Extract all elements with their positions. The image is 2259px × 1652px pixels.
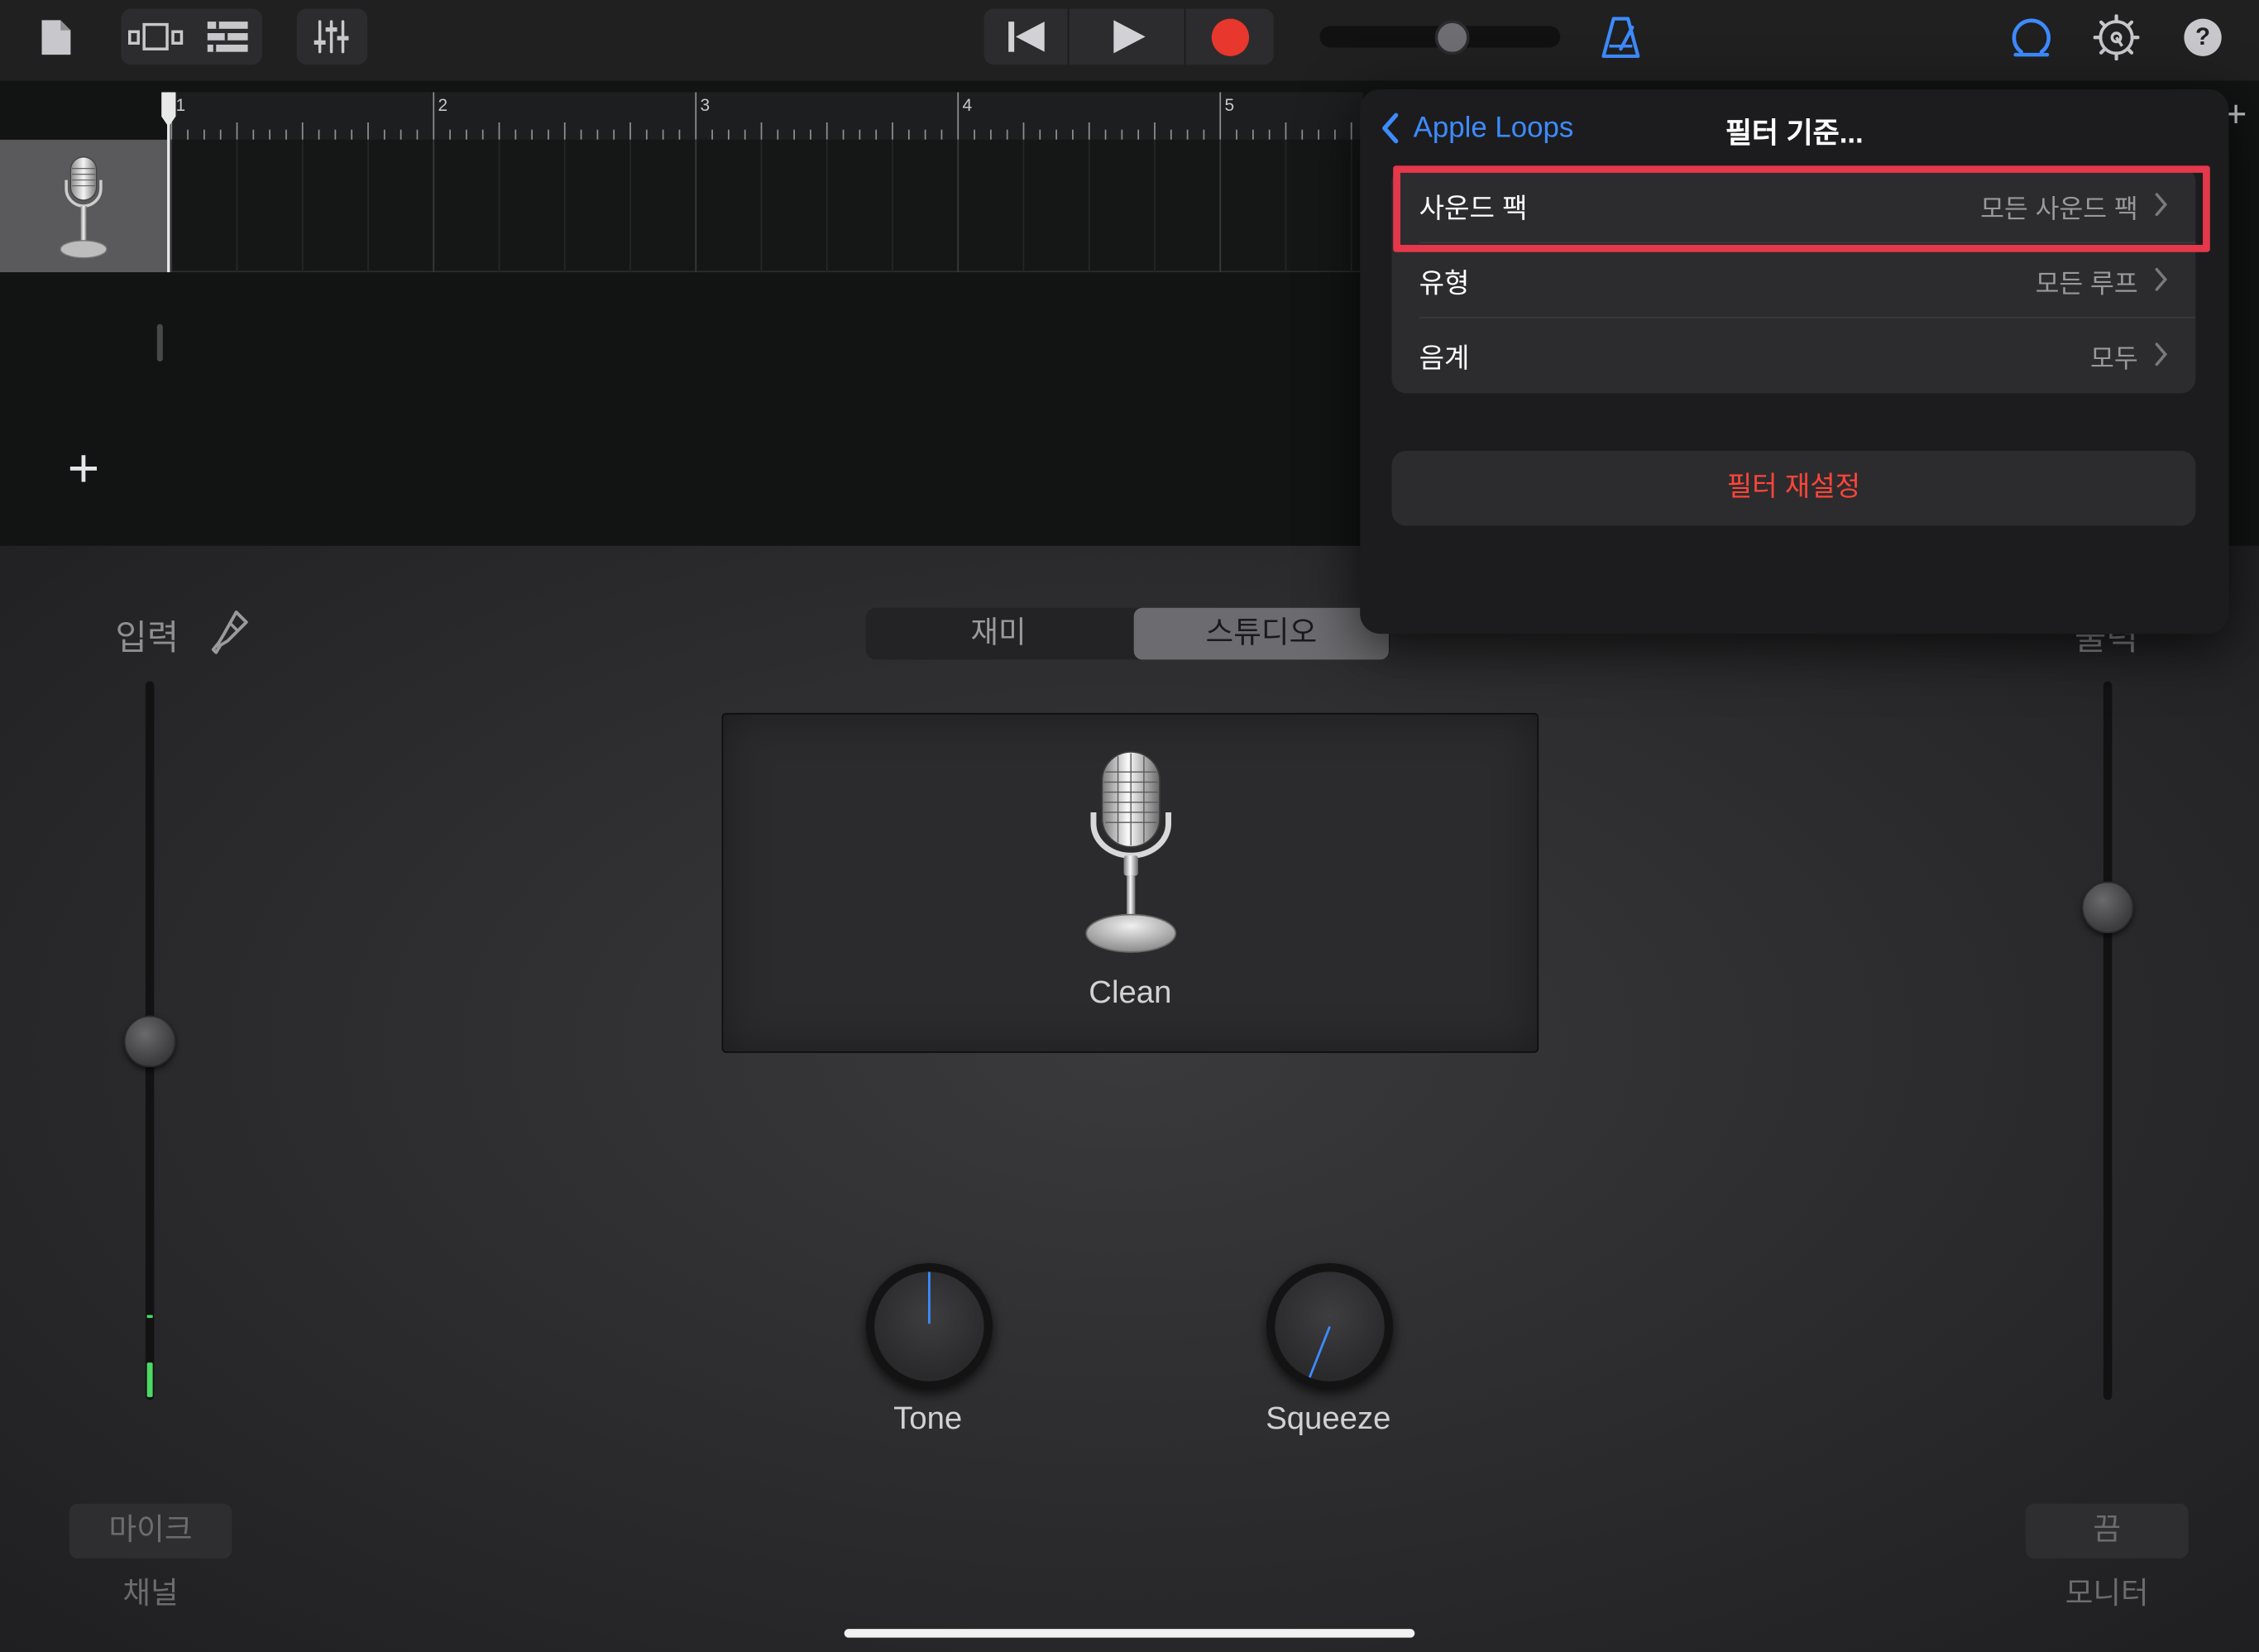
input-meter-level: [146, 1362, 153, 1397]
bar-number: 2: [438, 94, 448, 116]
tone-knob[interactable]: [865, 1262, 993, 1391]
track-header-audio-recorder[interactable]: [0, 139, 168, 273]
output-level-slider[interactable]: [2103, 681, 2113, 1401]
filter-row-type[interactable]: 유형 모든 루프: [1391, 242, 2195, 318]
microphone-icon: [55, 154, 112, 261]
microphone-icon: [1080, 749, 1181, 959]
home-indicator[interactable]: [844, 1629, 1415, 1638]
song-position-handle[interactable]: [1434, 20, 1470, 55]
filter-row-scale[interactable]: 음계 모두: [1391, 317, 2195, 392]
metronome-icon[interactable]: [1599, 14, 1642, 60]
highlight-box: [1393, 165, 2210, 252]
track-lane[interactable]: [167, 139, 1363, 273]
add-track-button[interactable]: +: [58, 441, 110, 499]
input-label: 입력: [115, 619, 179, 658]
audio-recorder-panel: [0, 545, 2259, 1652]
play-icon[interactable]: [1070, 8, 1186, 65]
loop-browser-icon[interactable]: [2008, 14, 2055, 60]
preset-name: Clean: [1089, 973, 1172, 1010]
view-toggle-group: [121, 8, 262, 65]
track-resize-handle[interactable]: [156, 323, 163, 362]
popover-title: 필터 기준...: [1725, 117, 1864, 151]
transport-controls: [984, 8, 1274, 65]
bar-number: 4: [962, 94, 973, 116]
squeeze-knob[interactable]: [1266, 1262, 1394, 1391]
filter-row-label: 유형: [1419, 269, 1470, 300]
tracks-view-icon[interactable]: [193, 8, 262, 65]
bar-number: 1: [175, 94, 186, 116]
help-button[interactable]: ?: [2184, 18, 2222, 56]
monitor-toggle-button[interactable]: 끔: [2025, 1503, 2189, 1559]
squeeze-label: Squeeze: [1266, 1400, 1391, 1436]
input-level-handle[interactable]: [123, 1014, 176, 1067]
filter-row-value: 모두: [2089, 344, 2138, 373]
filter-row-value: 모든 루프: [2035, 269, 2138, 299]
bar-number: 3: [700, 94, 711, 116]
playhead[interactable]: [161, 92, 176, 273]
bar-number: 5: [1224, 94, 1235, 116]
input-meter-peak: [146, 1314, 153, 1319]
preset-selector[interactable]: Clean: [721, 712, 1539, 1053]
channel-label: 채널: [122, 1577, 179, 1611]
mic-channel-button[interactable]: 마이크: [69, 1503, 232, 1559]
timeline-ruler[interactable]: 1 2 3 4 5: [167, 92, 1363, 140]
tab-fun[interactable]: 재미: [866, 608, 1131, 660]
gear-icon[interactable]: [2093, 14, 2140, 61]
browser-view-icon[interactable]: [121, 8, 190, 65]
filter-row-label: 음계: [1419, 344, 1470, 375]
input-settings-icon[interactable]: [208, 608, 251, 657]
record-icon[interactable]: [1187, 8, 1274, 65]
top-toolbar: ?: [0, 0, 2259, 81]
chevron-right-icon: [2155, 267, 2168, 291]
reset-filters-button[interactable]: 필터 재설정: [1391, 450, 2196, 526]
output-level-handle[interactable]: [2081, 881, 2134, 934]
tone-label: Tone: [893, 1400, 963, 1436]
document-icon[interactable]: [39, 17, 74, 58]
skip-back-icon[interactable]: [984, 8, 1070, 65]
monitor-label: 모니터: [2065, 1577, 2149, 1611]
chevron-right-icon: [2155, 342, 2168, 366]
tab-studio[interactable]: 스튜디오: [1133, 607, 1389, 660]
mixer-sliders-icon[interactable]: [296, 8, 368, 65]
